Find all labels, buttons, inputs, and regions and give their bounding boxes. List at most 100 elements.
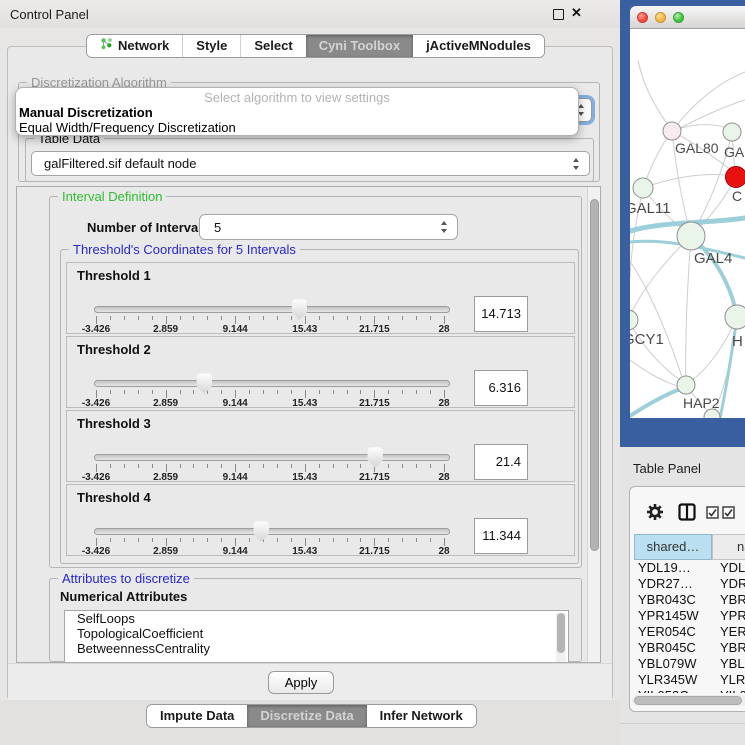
slider-tick-label: 9.144 [205, 546, 265, 557]
tab-infer-network[interactable]: Infer Network [367, 705, 476, 727]
zoom-traffic-light-icon[interactable] [673, 12, 684, 23]
numerical-attributes-list[interactable]: SelfLoopsTopologicalCoefficientBetweenne… [64, 610, 569, 663]
slider-tick [235, 464, 236, 472]
dropdown-option-manual-discretization[interactable]: Manual Discretization [19, 105, 153, 120]
slider-tick [180, 464, 181, 468]
slider-tick-label: 28 [414, 472, 474, 483]
apply-button[interactable]: Apply [268, 671, 334, 694]
tab-discretize-data[interactable]: Discretize Data [247, 705, 366, 727]
table-row[interactable]: YDL19…YDL1 [634, 560, 745, 576]
network-view-window: GAL80GACGAL11GAL4GCY1HHAP2 [620, 0, 745, 447]
network-node-c[interactable] [726, 167, 745, 188]
slider-tick [360, 464, 361, 468]
number-of-intervals-value: 5 [214, 220, 221, 235]
columns-icon[interactable] [678, 503, 696, 521]
table-row[interactable]: YIL053CYIL0 [634, 688, 745, 693]
slider-tick [277, 538, 278, 542]
combobox-arrows-icon [572, 158, 580, 170]
tab-cyni-toolbox[interactable]: Cyni Toolbox [306, 35, 413, 57]
tab-jactivemnodules[interactable]: jActiveMNodules [413, 35, 544, 57]
attribute-item-betweennesscentrality[interactable]: BetweennessCentrality [65, 641, 568, 656]
network-node-label: GCY1 [630, 331, 664, 348]
slider-thumb[interactable] [196, 373, 212, 394]
slider-thumb[interactable] [367, 447, 383, 468]
slider-tick-label: 21.715 [344, 546, 404, 557]
gear-icon[interactable] [646, 503, 664, 521]
network-node-h[interactable] [725, 305, 745, 329]
table-row[interactable]: YDR27…YDR2 [634, 576, 745, 592]
table-row[interactable]: YBL079WYBL0 [634, 656, 745, 672]
threshold-panel-2: Threshold 2-3.4262.8599.14415.4321.71528… [66, 336, 575, 408]
slider-tick [360, 316, 361, 320]
network-canvas[interactable]: GAL80GACGAL11GAL4GCY1HHAP2 [630, 29, 745, 418]
table-hscrollbar-thumb[interactable] [634, 696, 742, 705]
network-node-ga[interactable] [723, 123, 741, 141]
attribute-item-selfloops[interactable]: SelfLoops [65, 611, 568, 626]
table-row[interactable]: YBR045CYBR0 [634, 640, 745, 656]
table-row[interactable]: YPR145WYPR1 [634, 608, 745, 624]
minimize-traffic-light-icon[interactable] [655, 12, 666, 23]
numerical-attributes-label: Numerical Attributes [60, 589, 187, 604]
threshold-value-field[interactable]: 11.344 [474, 518, 528, 554]
threshold-value-field[interactable]: 21.4 [474, 444, 528, 480]
tab-style[interactable]: Style [182, 35, 240, 57]
float-window-icon[interactable] [553, 9, 564, 20]
table-row[interactable]: YER054CYER0 [634, 624, 745, 640]
slider-tick [235, 390, 236, 398]
attribute-item-topologicalcoefficient[interactable]: TopologicalCoefficient [65, 626, 568, 641]
table-data-selected-value: galFiltered.sif default node [44, 156, 196, 171]
network-node-hap2[interactable] [677, 376, 695, 394]
slider-track[interactable] [94, 306, 450, 313]
slider-tick [444, 538, 445, 546]
number-of-intervals-label: Number of Intervals [87, 220, 209, 235]
slider-tick [333, 390, 334, 394]
network-node-gal4[interactable] [677, 222, 705, 250]
table-row[interactable]: YLR345WYLR3 [634, 672, 745, 688]
slider-tick [402, 316, 403, 320]
network-node-gal11[interactable] [633, 178, 653, 198]
slider-tick [235, 316, 236, 324]
close-traffic-light-icon[interactable] [637, 12, 648, 23]
slider-tick [124, 316, 125, 320]
slider-tick [347, 390, 348, 394]
slider-track[interactable] [94, 380, 450, 387]
slider-tick [124, 538, 125, 542]
slider-tick [193, 538, 194, 542]
table-row[interactable]: YBR043CYBR0 [634, 592, 745, 608]
slider-tick [207, 316, 208, 320]
slider-tick-label: -3.426 [66, 324, 126, 335]
column-header-shared-name[interactable]: shared… [634, 534, 712, 560]
slider-thumb[interactable] [253, 521, 269, 542]
threshold-value-field[interactable]: 6.316 [474, 370, 528, 406]
list-scrollbar[interactable] [556, 613, 566, 662]
table-data-select[interactable]: galFiltered.sif default node [31, 151, 590, 176]
slider-tick-label: 2.859 [136, 398, 196, 409]
thresholds-stack: Threshold 1-3.4262.8599.14415.4321.71528… [66, 262, 575, 558]
slider-tick [263, 316, 264, 320]
close-icon[interactable]: ✕ [571, 5, 582, 21]
list-scrollbar-thumb[interactable] [557, 613, 565, 653]
checkbox-icon[interactable] [722, 506, 735, 519]
slider-track[interactable] [94, 528, 450, 535]
tab-impute-data[interactable]: Impute Data [147, 705, 247, 727]
tab-network[interactable]: Network [87, 35, 182, 57]
slider-tick [430, 390, 431, 394]
tab-select[interactable]: Select [240, 35, 305, 57]
threshold-value-field[interactable]: 14.713 [474, 296, 528, 332]
dropdown-option-equal-width-frequency[interactable]: Equal Width/Frequency Discretization [19, 120, 236, 135]
slider-tick [263, 390, 264, 394]
table-hscrollbar[interactable] [632, 695, 745, 706]
slider-tick [416, 464, 417, 468]
slider-track[interactable] [94, 454, 450, 461]
slider-tick [388, 316, 389, 320]
slider-tick [180, 538, 181, 542]
settings-scrollbar[interactable] [587, 187, 601, 663]
settings-scrollbar-thumb[interactable] [590, 199, 599, 551]
table-header-row: shared… name [630, 534, 745, 560]
slider-tick [110, 538, 111, 542]
checkbox-icon[interactable] [706, 506, 719, 519]
column-header-name[interactable]: name [712, 534, 745, 560]
app-root: Control Panel ✕ NetworkStyleSelectCyni T… [0, 0, 745, 745]
network-node-gal80[interactable] [663, 122, 681, 140]
number-of-intervals-select[interactable]: 5 [199, 214, 458, 240]
